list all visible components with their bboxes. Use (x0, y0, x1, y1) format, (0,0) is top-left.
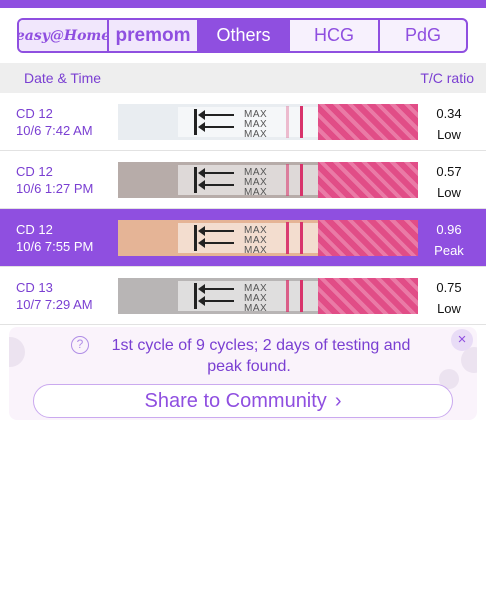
result-row[interactable]: CD 12 10/6 7:42 AM MAX MAX MAX 0.34 Low (0, 93, 486, 151)
strip-handle (318, 104, 418, 140)
strip-marker-bar (194, 167, 197, 193)
strip-max-mark: MAX (244, 245, 268, 256)
test-line (286, 164, 289, 196)
test-line (286, 106, 289, 138)
tc-ratio-value: 0.34 (436, 106, 462, 121)
share-button-label: Share to Community (144, 389, 327, 412)
test-strip-photo[interactable]: MAX MAX MAX (118, 104, 418, 140)
result-row[interactable]: CD 12 10/6 1:27 PM MAX MAX MAX 0.57 Low (0, 151, 486, 209)
cycle-day-label: CD 12 (16, 106, 53, 121)
arrow-left-icon (198, 226, 234, 236)
fertility-status: Low (437, 185, 461, 200)
cycle-day-label: CD 12 (16, 164, 53, 179)
fertility-status: Low (437, 127, 461, 142)
cycle-day-label: CD 13 (16, 280, 53, 295)
strip-marker-bar (194, 109, 197, 135)
strip-max-mark: MAX (244, 187, 268, 198)
tab-premom[interactable]: premom (109, 20, 199, 51)
tab-hcg-label: HCG (314, 25, 354, 45)
arrow-left-icon (198, 110, 234, 120)
result-date-time: CD 12 10/6 1:27 PM (16, 163, 93, 197)
date-time-column-header: Date & Time (24, 70, 102, 86)
close-icon[interactable]: × (451, 329, 473, 351)
tc-ratio-column-header: T/C ratio (420, 70, 474, 86)
tc-ratio-value: 0.57 (436, 164, 462, 179)
test-time-label: 10/7 7:29 AM (16, 297, 93, 312)
tab-others[interactable]: Others (199, 20, 290, 51)
tc-ratio-result: 0.75 Low (424, 277, 474, 319)
tc-ratio-result: 0.57 Low (424, 161, 474, 203)
strip-marker-bar (194, 283, 197, 309)
control-line (300, 222, 303, 254)
arrow-left-icon (198, 296, 234, 306)
result-date-time: CD 12 10/6 7:55 PM (16, 221, 93, 255)
result-row[interactable]: CD 12 10/6 7:55 PM MAX MAX MAX 0.96 Peak (0, 209, 486, 267)
tab-pdg[interactable]: PdG (380, 20, 466, 51)
tc-ratio-value: 0.75 (436, 280, 462, 295)
cycle-day-label: CD 12 (16, 222, 53, 237)
tc-ratio-value: 0.96 (436, 222, 462, 237)
test-time-label: 10/6 1:27 PM (16, 181, 94, 196)
results-list: CD 12 10/6 7:42 AM MAX MAX MAX 0.34 Low CD 12 10… (0, 93, 486, 325)
tc-ratio-result: 0.96 Peak (424, 219, 474, 261)
result-row[interactable]: CD 13 10/7 7:29 AM MAX MAX MAX 0.75 Low (0, 267, 486, 325)
strip-handle (318, 162, 418, 198)
tab-others-label: Others (216, 25, 271, 45)
strip-handle (318, 278, 418, 314)
test-line (286, 222, 289, 254)
strip-handle (318, 220, 418, 256)
strip-max-mark: MAX (244, 129, 268, 140)
arrow-left-icon (198, 238, 234, 248)
control-line (300, 280, 303, 312)
tab-easy-at-home[interactable]: easy@Home (17, 20, 111, 51)
test-time-label: 10/6 7:42 AM (16, 123, 93, 138)
strip-max-mark: MAX (244, 303, 268, 314)
control-line (300, 106, 303, 138)
arrow-left-icon (198, 122, 234, 132)
results-table-header: Date & Time T/C ratio (0, 63, 486, 93)
tab-hcg[interactable]: HCG (290, 20, 380, 51)
test-strip-photo[interactable]: MAX MAX MAX (118, 220, 418, 256)
top-accent-bar (0, 0, 486, 8)
tc-ratio-result: 0.34 Low (424, 103, 474, 145)
test-type-tabs: easy@Home premom Others HCG PdG (17, 18, 468, 53)
cycle-summary-banner: ? 1st cycle of 9 cycles; 2 days of testi… (9, 327, 477, 420)
strip-marker-bar (194, 225, 197, 251)
result-date-time: CD 12 10/6 7:42 AM (16, 105, 93, 139)
chevron-right-icon: › (334, 389, 342, 412)
test-strip-photo[interactable]: MAX MAX MAX (118, 162, 418, 198)
tab-pdg-label: PdG (404, 25, 442, 45)
test-strip-photo[interactable]: MAX MAX MAX (118, 278, 418, 314)
fertility-status: Low (437, 301, 461, 316)
premom-logo: premom (115, 24, 191, 46)
easy-at-home-logo: easy@Home (17, 27, 111, 44)
arrow-left-icon (198, 168, 234, 178)
cycle-summary-message: 1st cycle of 9 cycles; 2 days of testing… (111, 337, 411, 375)
control-line (300, 164, 303, 196)
test-time-label: 10/6 7:55 PM (16, 239, 94, 254)
arrow-left-icon (198, 180, 234, 190)
fertility-status: Peak (434, 243, 464, 258)
test-line (286, 280, 289, 312)
share-to-community-button[interactable]: Share to Community › (33, 384, 453, 418)
result-date-time: CD 13 10/7 7:29 AM (16, 279, 93, 313)
decorative-dot (9, 337, 25, 367)
arrow-left-icon (198, 284, 234, 294)
